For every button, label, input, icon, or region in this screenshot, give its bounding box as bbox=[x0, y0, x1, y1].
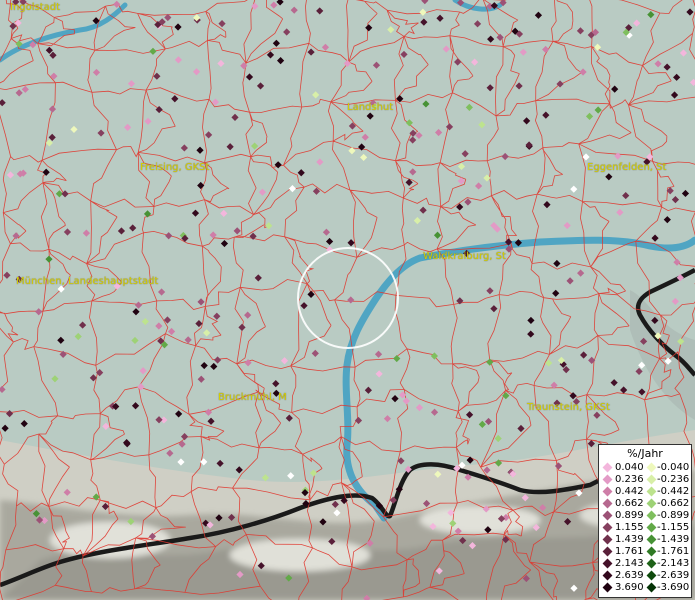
legend-value-positive: 2.639 bbox=[615, 570, 644, 581]
legend-swatch-negative bbox=[646, 522, 657, 533]
legend-swatch-positive bbox=[602, 522, 613, 533]
legend-value-positive: 0.662 bbox=[615, 498, 644, 509]
legend-value-negative: -3.690 bbox=[657, 582, 690, 593]
legend-row: 3.690 -3.690 bbox=[599, 582, 691, 594]
legend-swatch-negative bbox=[646, 534, 657, 545]
legend-row: 0.236 -0.236 bbox=[599, 474, 691, 486]
legend-row: 1.155 -1.155 bbox=[599, 522, 691, 534]
legend-swatch-positive bbox=[602, 546, 613, 557]
map-canvas[interactable] bbox=[0, 0, 695, 600]
legend-value-negative: -1.761 bbox=[657, 546, 690, 557]
legend-row: 0.040 -0.040 bbox=[599, 462, 691, 474]
legend-row: 2.639 -2.639 bbox=[599, 570, 691, 582]
legend-swatch-negative bbox=[646, 558, 657, 569]
legend-value-positive: 0.236 bbox=[615, 474, 644, 485]
legend-value-negative: -0.662 bbox=[657, 498, 690, 509]
legend-value-negative: -0.040 bbox=[657, 462, 690, 473]
place-label-waldkraiburg: Waldkraiburg, St bbox=[423, 251, 506, 262]
legend-value-negative: -0.442 bbox=[657, 486, 690, 497]
legend-unit: %/Jahr bbox=[627, 447, 663, 460]
place-label-eggenfelden: Eggenfelden, St bbox=[587, 162, 667, 173]
legend-swatch-positive bbox=[602, 582, 613, 593]
legend-swatch-positive bbox=[602, 462, 613, 473]
legend-row: 0.899 -0.899 bbox=[599, 510, 691, 522]
legend-row: 2.143 -2.143 bbox=[599, 558, 691, 570]
legend-swatch-negative bbox=[646, 510, 657, 521]
legend-swatch-positive bbox=[602, 486, 613, 497]
legend-swatch-positive bbox=[602, 534, 613, 545]
place-label-landshut: Landshut bbox=[347, 102, 394, 113]
legend-value-positive: 3.690 bbox=[615, 582, 644, 593]
place-label-ingolstadt: Ingolstadt bbox=[10, 2, 61, 13]
legend-swatch-negative bbox=[646, 474, 657, 485]
legend-swatch-negative bbox=[646, 546, 657, 557]
map-legend: %/Jahr 0.040 -0.040 0.236 -0.236 0.442 -0.442… bbox=[598, 444, 692, 598]
legend-value-positive: 0.899 bbox=[615, 510, 644, 521]
place-label-muenchen: München, Landeshauptstadt bbox=[16, 276, 159, 287]
legend-value-negative: -2.143 bbox=[657, 558, 690, 569]
legend-value-positive: 1.439 bbox=[615, 534, 644, 545]
place-label-bruckmuehl: Bruckmühl, M bbox=[218, 392, 287, 403]
legend-row: 1.761 -1.761 bbox=[599, 546, 691, 558]
legend-value-positive: 1.761 bbox=[615, 546, 644, 557]
place-label-freising: Freising, GKSt bbox=[140, 162, 210, 173]
legend-value-negative: -1.155 bbox=[657, 522, 690, 533]
legend-swatch-positive bbox=[602, 498, 613, 509]
legend-value-negative: -1.439 bbox=[657, 534, 690, 545]
legend-value-negative: -2.639 bbox=[657, 570, 690, 581]
legend-swatch-negative bbox=[646, 486, 657, 497]
legend-value-negative: -0.236 bbox=[657, 474, 690, 485]
legend-value-positive: 0.442 bbox=[615, 486, 644, 497]
legend-swatch-negative bbox=[646, 582, 657, 593]
legend-value-positive: 1.155 bbox=[615, 522, 644, 533]
legend-row: 1.439 -1.439 bbox=[599, 534, 691, 546]
legend-swatch-positive bbox=[602, 570, 613, 581]
legend-value-positive: 0.040 bbox=[615, 462, 644, 473]
legend-swatch-negative bbox=[646, 570, 657, 581]
legend-swatch-negative bbox=[646, 462, 657, 473]
legend-swatch-positive bbox=[602, 558, 613, 569]
legend-swatch-positive bbox=[602, 474, 613, 485]
legend-swatch-positive bbox=[602, 510, 613, 521]
legend-swatch-negative bbox=[646, 498, 657, 509]
legend-row: 0.442 -0.442 bbox=[599, 486, 691, 498]
legend-value-negative: -0.899 bbox=[657, 510, 690, 521]
place-label-traunstein: Traunstein, GKSt bbox=[527, 402, 610, 413]
legend-value-positive: 2.143 bbox=[615, 558, 644, 569]
legend-row: 0.662 -0.662 bbox=[599, 498, 691, 510]
